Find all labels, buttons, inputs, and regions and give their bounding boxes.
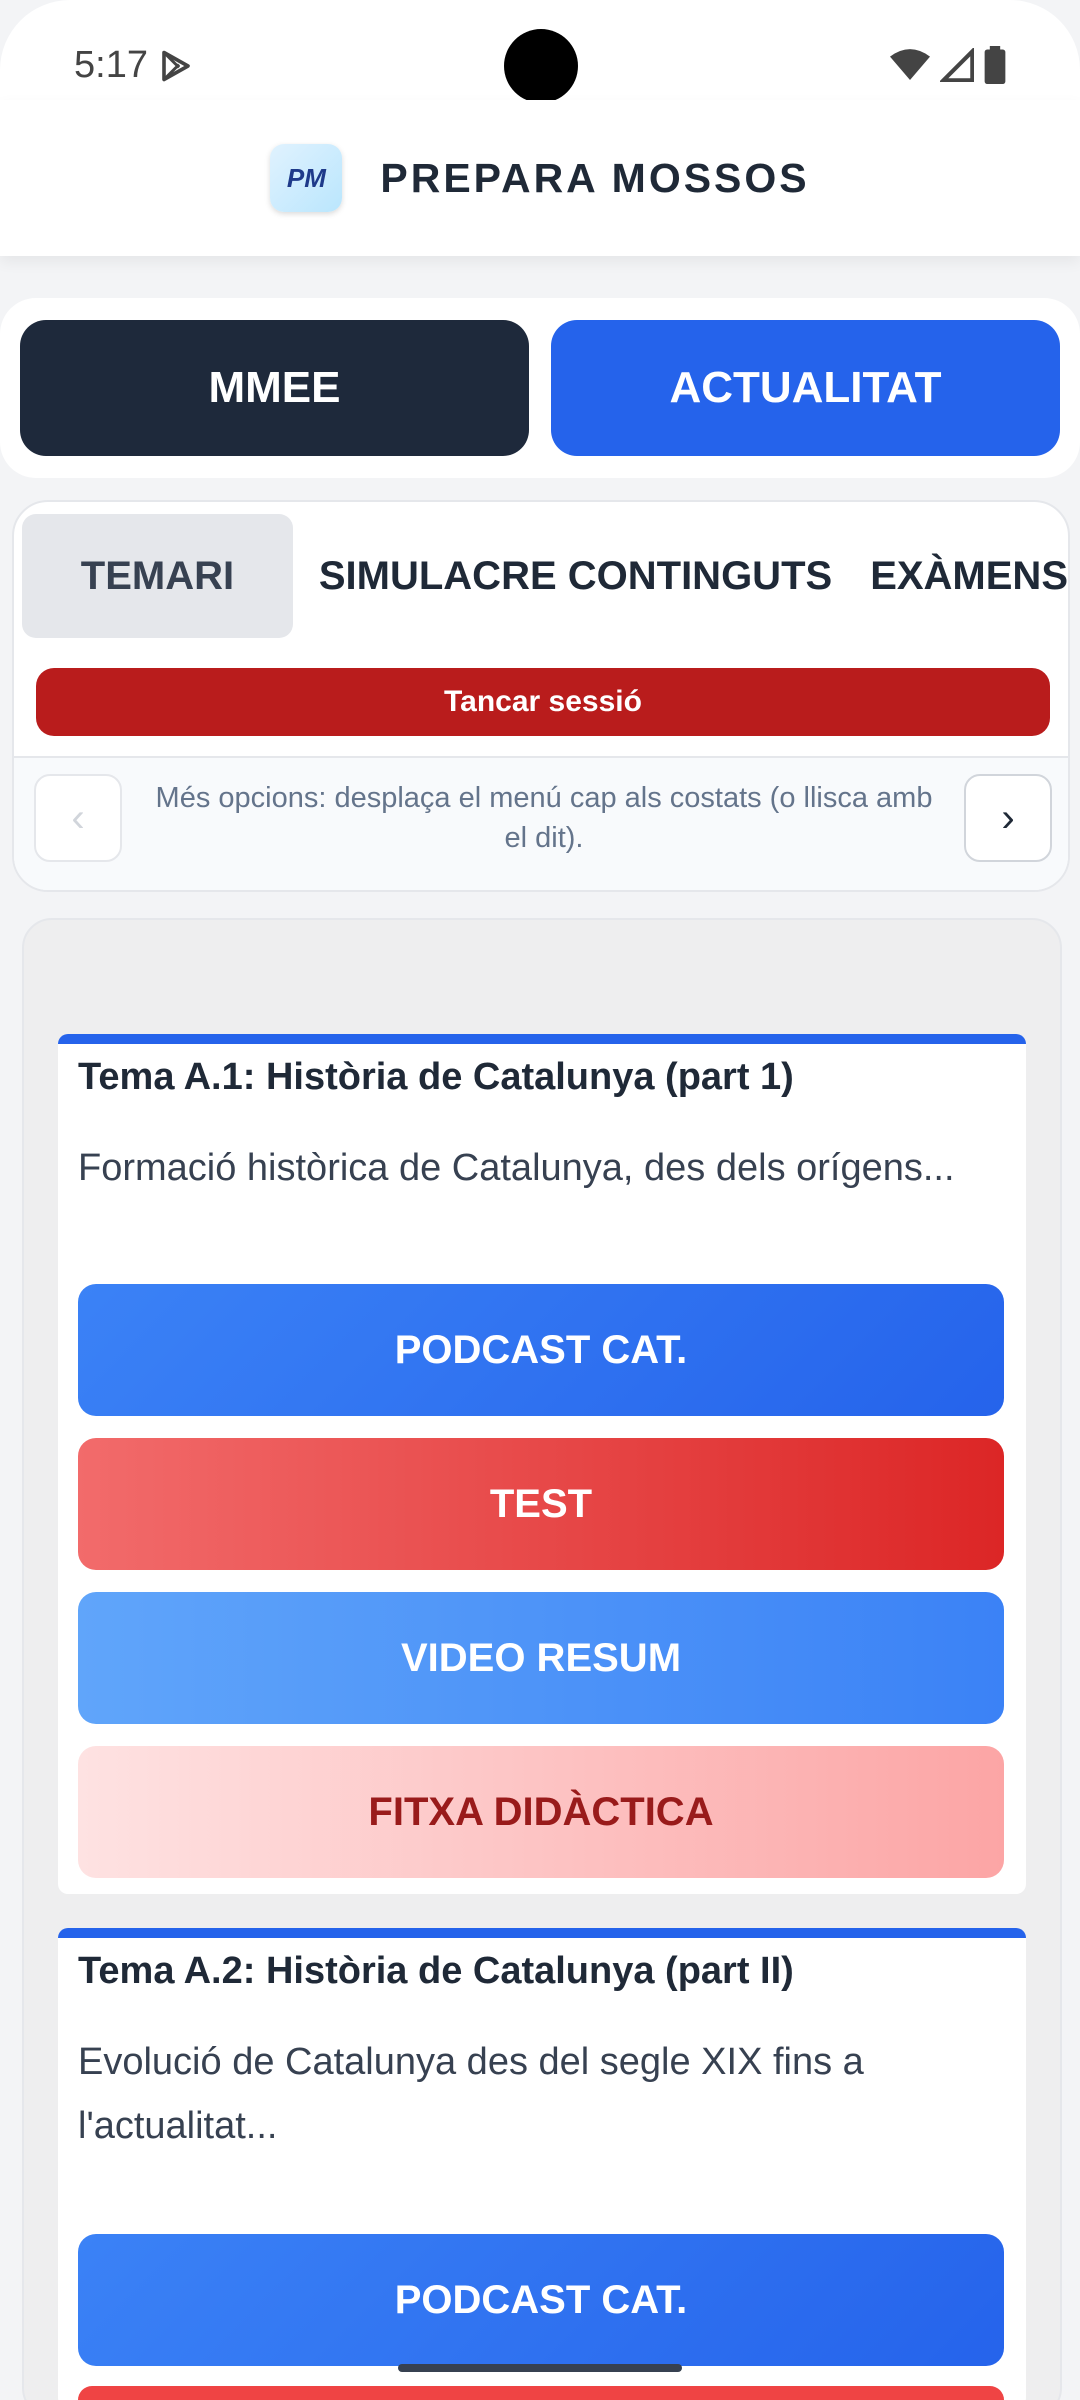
top-tabs: MMEE ACTUALITAT bbox=[0, 298, 1080, 478]
app-header: PM PREPARA MOSSOS bbox=[0, 100, 1080, 256]
scroll-left-button[interactable]: ‹ bbox=[34, 774, 122, 862]
subtab-simulacre-continguts[interactable]: SIMULACRE CONTINGUTS bbox=[293, 514, 856, 638]
logout-button[interactable]: Tancar sessió bbox=[36, 668, 1050, 736]
logo-text: PM bbox=[286, 162, 326, 193]
battery-icon bbox=[984, 46, 1006, 84]
next-button-peek bbox=[78, 2386, 1004, 2400]
subtabs-scroller[interactable]: TEMARI SIMULACRE CONTINGUTS EXÀMENS bbox=[22, 514, 1068, 638]
status-icons bbox=[890, 46, 1006, 84]
wifi-icon bbox=[890, 49, 930, 80]
camera-cutout bbox=[504, 29, 578, 103]
app-title: PREPARA MOSSOS bbox=[380, 154, 810, 201]
test-button[interactable]: TEST bbox=[78, 1438, 1004, 1570]
scroll-hint-text: Més opcions: desplaça el menú cap als co… bbox=[155, 782, 933, 854]
card-description: Evolució de Catalunya des del segle XIX … bbox=[78, 2041, 864, 2147]
status-time: 5:17 bbox=[74, 44, 148, 86]
subtab-examens[interactable]: EXÀMENS bbox=[856, 514, 1068, 638]
video-summary-button[interactable]: VIDEO RESUM bbox=[78, 1592, 1004, 1724]
app-logo: PM bbox=[270, 144, 343, 212]
podcast-button[interactable]: PODCAST CAT. bbox=[78, 1284, 1004, 1416]
play-store-icon bbox=[162, 50, 190, 82]
card-title: Tema A.1: Història de Catalunya (part 1) bbox=[78, 1056, 794, 1098]
submenu-card: TEMARI SIMULACRE CONTINGUTS EXÀMENS Tanc… bbox=[12, 500, 1070, 892]
tab-actualitat[interactable]: ACTUALITAT bbox=[551, 320, 1060, 456]
card-description: Formació històrica de Catalunya, des del… bbox=[78, 1147, 955, 1189]
scroll-right-button[interactable]: › bbox=[964, 774, 1052, 862]
home-indicator[interactable] bbox=[398, 2364, 682, 2372]
topic-card: Tema A.2: Història de Catalunya (part II… bbox=[58, 1928, 1026, 2400]
topic-card: Tema A.1: Història de Catalunya (part 1)… bbox=[58, 1034, 1026, 1894]
didactic-sheet-button[interactable]: FITXA DIDÀCTICA bbox=[78, 1746, 1004, 1878]
tab-mmee[interactable]: MMEE bbox=[20, 320, 529, 456]
subtab-temari[interactable]: TEMARI bbox=[22, 514, 293, 638]
card-title: Tema A.2: Història de Catalunya (part II… bbox=[78, 1950, 794, 1992]
scroll-hint-row: ‹ Més opcions: desplaça el menú cap als … bbox=[14, 758, 1068, 890]
signal-icon bbox=[940, 48, 974, 82]
podcast-button[interactable]: PODCAST CAT. bbox=[78, 2234, 1004, 2366]
